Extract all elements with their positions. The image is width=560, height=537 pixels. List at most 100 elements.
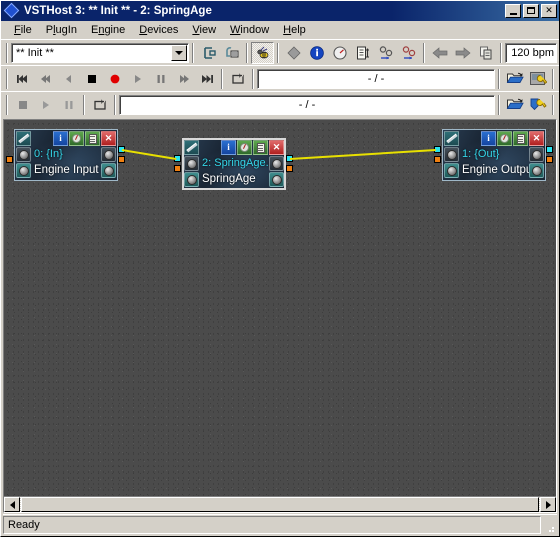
play-button-2[interactable] bbox=[34, 94, 57, 116]
port-out-audio-engine-output[interactable] bbox=[546, 146, 553, 153]
close-button[interactable]: ✕ bbox=[541, 4, 557, 18]
knob-dial bbox=[446, 165, 457, 176]
knob-icon[interactable] bbox=[444, 147, 459, 162]
document-icon[interactable] bbox=[351, 42, 374, 64]
knob-icon[interactable] bbox=[184, 156, 199, 171]
close-icon[interactable]: ✕ bbox=[269, 140, 284, 155]
menu-item-view[interactable]: View bbox=[185, 23, 223, 37]
play-button[interactable] bbox=[126, 68, 149, 90]
editor-knob-icon[interactable] bbox=[237, 140, 252, 155]
chain-load-icon[interactable] bbox=[197, 42, 220, 64]
loop-button[interactable] bbox=[226, 68, 249, 90]
skip-start-button[interactable] bbox=[11, 68, 34, 90]
stop-button[interactable] bbox=[80, 68, 103, 90]
horizontal-scrollbar[interactable] bbox=[4, 496, 556, 512]
list-icon[interactable] bbox=[253, 140, 268, 155]
time-display-2[interactable]: - / - bbox=[119, 94, 495, 115]
menu-item-devices[interactable]: Devices bbox=[132, 23, 185, 37]
cable-icon[interactable] bbox=[444, 131, 459, 146]
pause-button[interactable] bbox=[149, 68, 172, 90]
record-button[interactable] bbox=[103, 68, 126, 90]
pause-button-2[interactable] bbox=[57, 94, 80, 116]
patch-cable[interactable] bbox=[289, 149, 437, 160]
skip-end-button[interactable] bbox=[195, 68, 218, 90]
editor-knob-icon[interactable] bbox=[69, 131, 84, 146]
plugin-name-label: 2: SpringAge.dll bbox=[202, 157, 269, 169]
patch-cable[interactable] bbox=[121, 149, 177, 160]
plugin-box-springage[interactable]: i✕2: SpringAge.dllSpringAge bbox=[182, 138, 286, 190]
scrollbar-thumb[interactable] bbox=[21, 497, 539, 512]
open-folder-icon-2[interactable] bbox=[503, 94, 526, 116]
output-knobs bbox=[101, 146, 116, 180]
cable-icon[interactable] bbox=[16, 131, 31, 146]
port-out-midi-engine-output[interactable] bbox=[546, 156, 553, 163]
fast-forward-button[interactable] bbox=[172, 68, 195, 90]
list-icon[interactable] bbox=[85, 131, 100, 146]
wasp-icon[interactable] bbox=[251, 41, 274, 64]
knob-icon[interactable] bbox=[529, 147, 544, 162]
knob-icon[interactable] bbox=[101, 147, 116, 162]
port-in-midi-springage[interactable] bbox=[174, 165, 181, 172]
knob-icon[interactable] bbox=[269, 156, 284, 171]
plugin-box-engine-input[interactable]: i ✕ 0: {In} Engine Input bbox=[14, 129, 118, 181]
close-icon[interactable]: ✕ bbox=[101, 131, 116, 146]
arrow-left-glyph bbox=[431, 46, 447, 59]
maximize-button[interactable] bbox=[523, 4, 539, 18]
scroll-right-icon[interactable] bbox=[540, 497, 556, 512]
toolbar-separator bbox=[552, 94, 554, 115]
minimize-button[interactable] bbox=[505, 4, 521, 18]
menu-item-file[interactable]: File bbox=[7, 23, 39, 37]
port-out-midi-engine-input[interactable] bbox=[118, 156, 125, 163]
plugin-canvas[interactable]: i✕0: {In}Engine Inputi✕2: SpringAge.dllS… bbox=[4, 120, 556, 496]
chevron-down-icon[interactable] bbox=[171, 44, 187, 61]
plug-in-icon[interactable] bbox=[374, 42, 397, 64]
bpm-field[interactable]: 120 bpm bbox=[505, 42, 557, 63]
list-icon[interactable] bbox=[513, 131, 528, 146]
chain-save-icon[interactable] bbox=[220, 42, 243, 64]
plugin-body: 1: {Out} Engine Output bbox=[444, 146, 544, 180]
menu-item-window[interactable]: Window bbox=[223, 23, 276, 37]
menu-item-plugin[interactable]: PlugIn bbox=[39, 23, 84, 37]
info-icon[interactable]: i bbox=[481, 131, 496, 146]
menu-item-engine[interactable]: Engine bbox=[84, 23, 132, 37]
scroll-left-icon[interactable] bbox=[4, 497, 20, 512]
wrench-yellow-icon[interactable] bbox=[526, 68, 549, 90]
knob-icon[interactable] bbox=[444, 163, 459, 178]
diamond-icon[interactable] bbox=[282, 42, 305, 64]
copy-icon[interactable] bbox=[474, 42, 497, 64]
close-icon[interactable]: ✕ bbox=[529, 131, 544, 146]
plug-out-icon[interactable] bbox=[397, 42, 420, 64]
info-icon[interactable]: i bbox=[221, 140, 236, 155]
toolbar-separator bbox=[423, 42, 425, 63]
knob-icon[interactable] bbox=[101, 163, 116, 178]
step-back-button[interactable] bbox=[57, 68, 80, 90]
stop-button-2[interactable] bbox=[11, 94, 34, 116]
resize-grip[interactable] bbox=[543, 518, 557, 532]
time-display-1[interactable]: - / - bbox=[257, 68, 495, 89]
rewind-button[interactable] bbox=[34, 68, 57, 90]
knob-icon[interactable] bbox=[16, 163, 31, 178]
editor-knob-icon[interactable] bbox=[497, 131, 512, 146]
arrow-left-icon[interactable] bbox=[428, 42, 451, 64]
knob-icon[interactable] bbox=[269, 172, 284, 187]
menu-item-help[interactable]: Help bbox=[276, 23, 313, 37]
arrow-right-icon[interactable] bbox=[451, 42, 474, 64]
port-out-midi-springage[interactable] bbox=[286, 165, 293, 172]
port-in-midi-canvas-edge[interactable] bbox=[6, 156, 13, 163]
stop-icon bbox=[18, 100, 27, 109]
port-in-midi-engine-output[interactable] bbox=[434, 156, 441, 163]
info-icon[interactable] bbox=[305, 42, 328, 64]
plugin-box-engine-output[interactable]: i ✕ 1: {Out} Engine Output bbox=[442, 129, 546, 181]
info-icon[interactable]: i bbox=[53, 131, 68, 146]
rewind-icon bbox=[40, 74, 50, 83]
wrench-blue-icon[interactable] bbox=[526, 94, 549, 116]
status-bar: Ready bbox=[3, 514, 557, 534]
meter-icon[interactable] bbox=[328, 42, 351, 64]
knob-icon[interactable] bbox=[529, 163, 544, 178]
preset-combo[interactable]: ** Init ** bbox=[11, 42, 189, 63]
cable-icon[interactable] bbox=[184, 140, 199, 155]
open-folder-icon[interactable] bbox=[503, 68, 526, 90]
knob-icon[interactable] bbox=[16, 147, 31, 162]
loop-button-2[interactable] bbox=[88, 94, 111, 116]
knob-icon[interactable] bbox=[184, 172, 199, 187]
